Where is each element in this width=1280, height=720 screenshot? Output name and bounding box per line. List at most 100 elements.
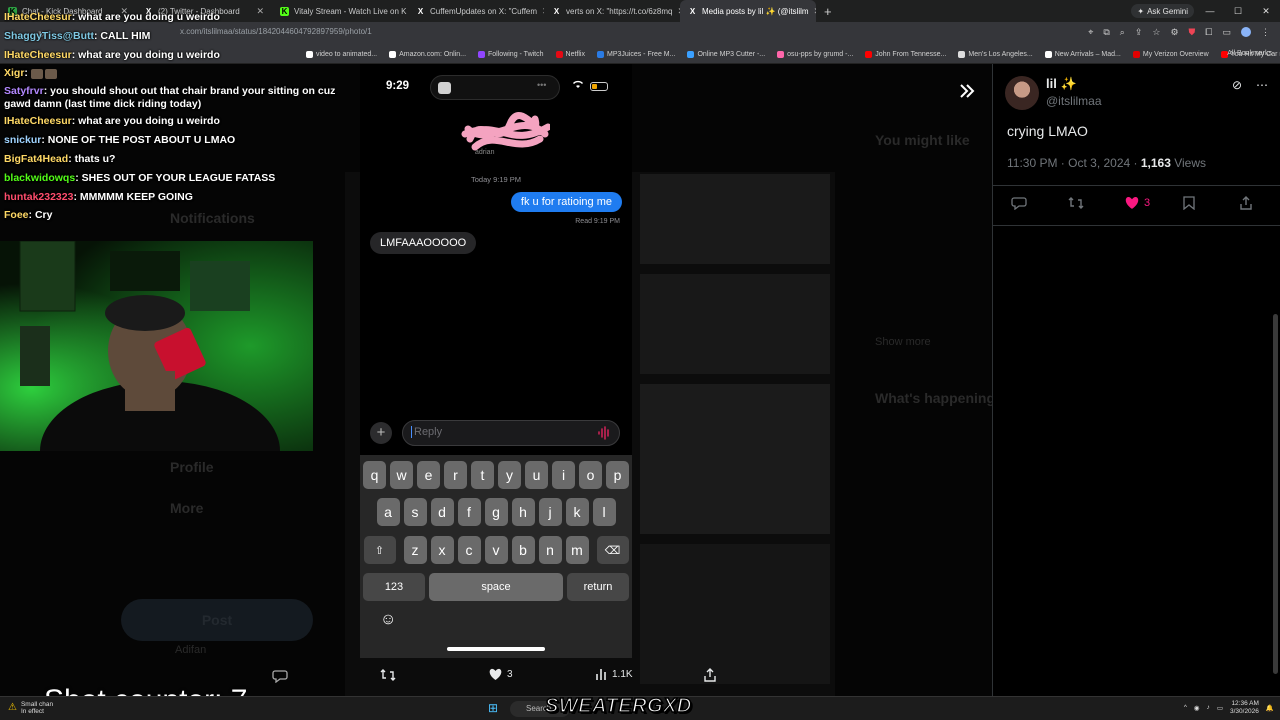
key-p[interactable]: p [606,461,629,489]
key-j[interactable]: j [538,498,562,526]
extension-icon[interactable]: ⚙ [1170,27,1178,38]
plus-icon[interactable]: + [370,422,392,444]
bookmark-item[interactable]: Amazon.com: Onlin... [383,51,472,58]
key-d[interactable]: d [430,498,454,526]
key-a[interactable]: a [376,498,400,526]
key-e[interactable]: e [417,461,440,489]
key-x[interactable]: x [430,536,454,564]
key-r[interactable]: r [444,461,467,489]
share-icon[interactable]: ⇪ [1135,27,1143,38]
reply-field[interactable] [402,420,620,446]
tweet-share-icon[interactable] [1239,196,1253,210]
key-i[interactable]: i [552,461,575,489]
chat-username[interactable]: Xigr [4,67,24,79]
zoom-icon[interactable]: ⌕ [1120,27,1125,38]
bookmark-item[interactable]: New Arrivals – Mad... [1039,51,1127,58]
close-window-button[interactable]: ✕ [1252,0,1280,22]
chat-username[interactable]: IHateCheesur [4,11,72,23]
key-v[interactable]: v [484,536,508,564]
browser-tab[interactable]: Xverts on X: "https://t.co/6z8mq✕ [544,0,680,22]
browser-tab[interactable]: XMedia posts by lil ✨ (@itslilm✕ [680,0,816,22]
key-b[interactable]: b [511,536,535,564]
key-s[interactable]: s [403,498,427,526]
collapse-panel-icon[interactable] [956,80,978,102]
scrollbar[interactable] [1273,314,1278,674]
reply-input[interactable] [411,426,591,438]
new-tab-button[interactable]: + [816,4,840,19]
chat-username[interactable]: Foee [4,209,29,221]
grok-icon[interactable]: ⊘ [1232,78,1242,92]
share-icon[interactable] [703,668,717,682]
key-o[interactable]: o [579,461,602,489]
key-w[interactable]: w [390,461,413,489]
like-button[interactable]: 3 [488,668,513,681]
bookmark-item[interactable]: Netflix [550,51,591,58]
key-q[interactable]: q [363,461,386,489]
chat-username[interactable]: Satyfrvr [4,85,44,97]
key-c[interactable]: c [457,536,481,564]
author-name[interactable]: lil ✨ [1046,76,1077,92]
emoji-icon[interactable]: ☺ [380,611,396,629]
space-key[interactable]: space [429,573,563,601]
volume-icon[interactable]: ♪ [1207,704,1210,711]
profile-icon[interactable] [1241,27,1251,37]
numbers-key[interactable]: 123 [363,573,425,601]
shift-key[interactable]: ⇧ [363,536,396,564]
key-t[interactable]: t [471,461,494,489]
key-h[interactable]: h [511,498,535,526]
bookmark-star-icon[interactable]: ☆ [1152,27,1160,38]
more-options-icon[interactable]: ⋯ [1256,78,1268,92]
bookmark-item[interactable]: osu-pps by grumd -... [771,51,859,58]
battery-tray-icon[interactable]: ▭ [1217,704,1223,712]
sidebar-icon[interactable]: ▭ [1222,27,1231,38]
chat-username[interactable]: huntak232323 [4,191,73,203]
chat-username[interactable]: IHateCheesur [4,49,72,61]
network-icon[interactable]: ◉ [1194,704,1200,712]
browser-tab[interactable]: XCuffemUpdates on X: "Cuffem✕ [408,0,544,22]
tweet-like-button[interactable]: 3 [1124,196,1150,210]
bookmark-icon[interactable] [1183,196,1195,210]
maximize-button[interactable]: ☐ [1224,0,1252,22]
bookmark-item[interactable]: My Verizon Overview [1127,51,1215,58]
views-button[interactable]: 1.1K [595,668,633,681]
tweet-timestamp[interactable]: 11:30 PM · Oct 3, 2024 · [1007,156,1141,170]
avatar[interactable] [1005,76,1039,110]
copy-icon[interactable]: ⧉ [1103,27,1109,38]
return-key[interactable]: return [567,573,629,601]
tray-chevron-icon[interactable]: ^ [1184,704,1187,711]
reply-bubble-icon[interactable] [272,669,288,683]
menu-icon[interactable]: ⋮ [1261,27,1270,38]
key-n[interactable]: n [538,536,562,564]
retweet-icon[interactable] [1068,196,1084,210]
chat-username[interactable]: ShaggyTiss@Butt [4,30,94,42]
bookmark-item[interactable]: MP3Juices - Free M... [591,51,681,58]
minimize-button[interactable]: — [1196,0,1224,22]
extensions-puzzle-icon[interactable]: ⧠ [1205,27,1212,38]
key-y[interactable]: y [498,461,521,489]
chat-username[interactable]: BigFat4Head [4,153,68,165]
key-m[interactable]: m [565,536,589,564]
all-bookmarks-button[interactable]: All Bookmarks [1227,50,1272,57]
location-icon[interactable]: ⌖ [1088,27,1093,38]
notifications-icon[interactable]: 🔔 [1266,704,1274,712]
bookmark-item[interactable]: Online MP3 Cutter -... [681,51,771,58]
reply-icon[interactable] [1011,196,1027,210]
key-z[interactable]: z [403,536,427,564]
author-handle[interactable]: @itslilmaa [1046,94,1102,108]
key-k[interactable]: k [565,498,589,526]
chat-username[interactable]: snickur [4,134,41,146]
backspace-key[interactable]: ⌫ [596,536,629,564]
shield-icon[interactable]: ⛊ [1189,27,1196,38]
ask-gemini-button[interactable]: ✦ Ask Gemini [1131,4,1194,18]
chat-username[interactable]: blackwidowqs [4,172,75,184]
key-l[interactable]: l [592,498,616,526]
clock[interactable]: 12:36 AM 3/30/2026 [1230,700,1259,715]
bookmark-item[interactable]: Men's Los Angeles... [952,51,1038,58]
chat-username[interactable]: IHateCheesur [4,115,72,127]
key-f[interactable]: f [457,498,481,526]
bookmark-item[interactable]: John From Tennesse... [859,51,952,58]
audio-wave-icon[interactable] [597,426,611,440]
key-g[interactable]: g [484,498,508,526]
windows-start-icon[interactable]: ⊞ [488,701,498,715]
key-u[interactable]: u [525,461,548,489]
